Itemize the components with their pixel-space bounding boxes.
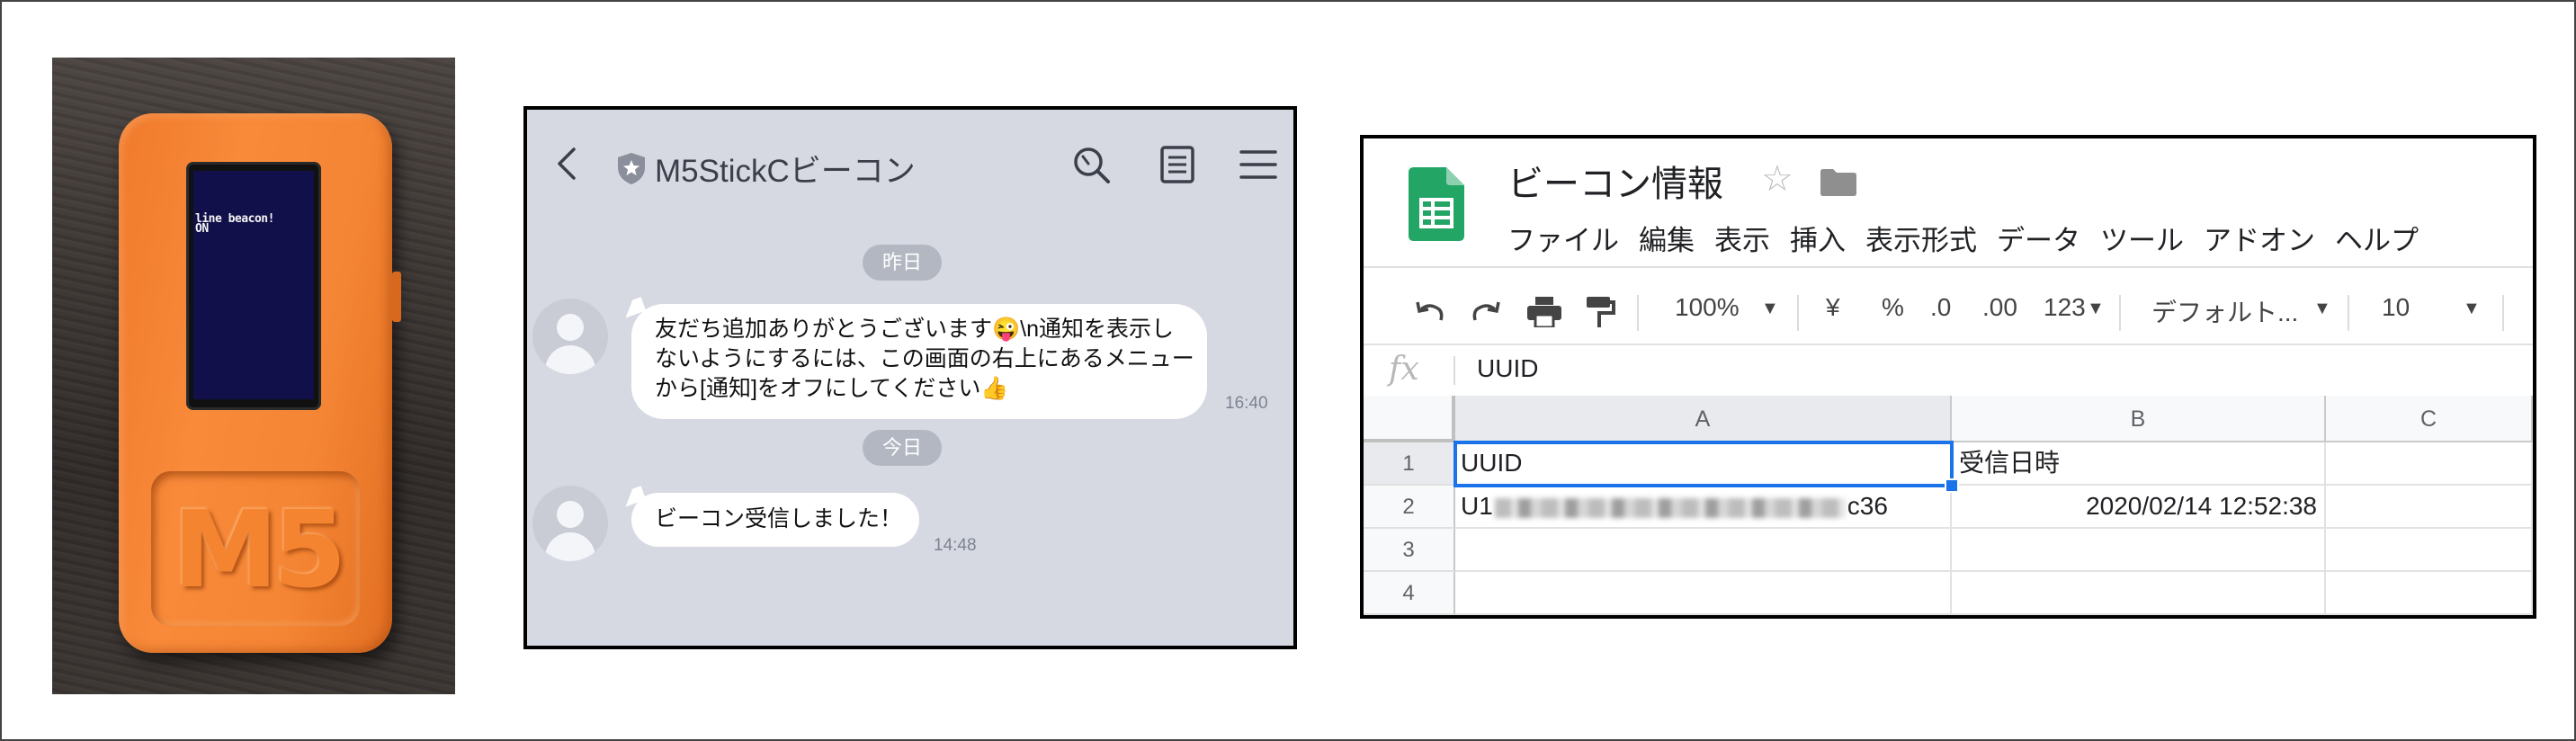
device-photo: line beacon! ON M5 xyxy=(52,58,455,694)
column-header-b[interactable]: B xyxy=(1952,396,2326,442)
notes-icon[interactable] xyxy=(1157,144,1198,185)
menu-bar: ファイル 編集 表示 挿入 表示形式 データ ツール アドオン ヘルプ xyxy=(1507,218,2419,258)
menu-insert[interactable]: 挿入 xyxy=(1790,218,1846,258)
bot-avatar xyxy=(532,299,608,374)
toolbar-divider xyxy=(2119,295,2121,331)
print-icon[interactable] xyxy=(1527,297,1561,327)
cell-b1[interactable]: 受信日時 xyxy=(1952,442,2326,486)
figure-frame: line beacon! ON M5 M5StickCビーコン 昨日 友だち追加… xyxy=(0,0,2576,741)
row-header[interactable]: 3 xyxy=(1364,529,1455,572)
cell-grid: A B C 1 2 3 4 UUID 受信日時 U1 c36 2020/02/14… xyxy=(1364,396,2533,615)
cell-c3[interactable] xyxy=(2326,529,2533,572)
formula-input[interactable]: UUID xyxy=(1477,354,1538,383)
toolbar-divider xyxy=(2502,295,2504,331)
official-shield-icon xyxy=(618,153,645,184)
font-family-select[interactable]: デフォルト... xyxy=(2151,293,2298,329)
chat-title: M5StickCビーコン xyxy=(655,154,916,189)
document-title[interactable]: ビーコン情報 xyxy=(1507,155,1723,207)
row-header[interactable]: 2 xyxy=(1364,486,1455,529)
folder-icon[interactable] xyxy=(1820,169,1856,196)
cell-a4[interactable] xyxy=(1455,572,1952,615)
formula-divider xyxy=(1453,356,1455,385)
message-bubble[interactable]: 友だち追加ありがとうございます😜\n通知を表示し ないようにするには、この画面の… xyxy=(631,304,1207,419)
menu-view[interactable]: 表示 xyxy=(1714,218,1770,258)
menu-edit[interactable]: 編集 xyxy=(1639,218,1695,258)
side-button xyxy=(392,272,401,322)
lcd-text: line beacon! ON xyxy=(195,212,274,236)
toolbar-divider xyxy=(1637,295,1639,331)
zoom-select[interactable]: 100% xyxy=(1675,293,1740,322)
menu-help[interactable]: ヘルプ xyxy=(2335,218,2419,258)
cell-c4[interactable] xyxy=(2326,572,2533,615)
menu-addons[interactable]: アドオン xyxy=(2204,218,2315,258)
search-icon[interactable] xyxy=(1070,144,1112,185)
chevron-down-icon[interactable]: ▼ xyxy=(2463,299,2481,319)
menu-icon[interactable] xyxy=(1238,144,1279,185)
uuid-prefix: U1 xyxy=(1461,492,1493,520)
back-arrow-icon[interactable] xyxy=(550,146,586,182)
line-chat-window: M5StickCビーコン 昨日 友だち追加ありがとうございます😜\n通知を表示し… xyxy=(523,106,1297,649)
spreadsheet-window: ビーコン情報 ☆ ファイル 編集 表示 挿入 表示形式 データ ツール アドオン… xyxy=(1360,135,2536,619)
percent-button[interactable]: % xyxy=(1882,293,1904,322)
fx-icon: fx xyxy=(1389,351,1419,388)
message-time: 16:40 xyxy=(1225,394,1268,413)
row-header[interactable]: 1 xyxy=(1364,442,1455,486)
paint-format-icon[interactable] xyxy=(1585,295,1615,329)
message-line: から[通知]をオフにしてください👍 xyxy=(655,376,1009,401)
redo-icon[interactable] xyxy=(1471,299,1502,326)
message-line: ビーコン受信しました！ xyxy=(655,506,903,531)
decrease-decimal-button[interactable]: .0 xyxy=(1930,293,1951,322)
uuid-suffix: c36 xyxy=(1847,492,1888,520)
fill-handle[interactable] xyxy=(1945,478,1959,493)
more-formats-button[interactable]: 123 xyxy=(2044,293,2086,322)
lcd-screen: line beacon! ON xyxy=(193,171,314,399)
sheets-logo-icon[interactable] xyxy=(1409,167,1464,241)
menu-format[interactable]: 表示形式 xyxy=(1865,218,1977,258)
chat-header: M5StickCビーコン xyxy=(527,110,1293,209)
toolbar-divider xyxy=(1797,295,1799,331)
m5stickc-device: line beacon! ON M5 xyxy=(119,113,401,653)
message-line: ないようにするには、この画面の右上にあるメニュー xyxy=(655,346,1194,371)
message-line: 友だち追加ありがとうございます😜\n通知を表示し xyxy=(655,317,1174,342)
select-all-corner[interactable] xyxy=(1364,396,1455,442)
row-header[interactable]: 4 xyxy=(1364,572,1455,615)
cell-a2[interactable]: U1 c36 xyxy=(1455,486,1952,529)
redacted-blur xyxy=(1494,497,1846,518)
date-separator: 今日 xyxy=(863,430,943,466)
toolbar-divider xyxy=(2348,295,2349,331)
cell-c2[interactable] xyxy=(2326,486,2533,529)
bot-avatar xyxy=(532,486,608,561)
menu-file[interactable]: ファイル xyxy=(1507,218,1619,258)
menu-data[interactable]: データ xyxy=(1997,218,2080,258)
formula-bar: fx UUID xyxy=(1364,344,2533,397)
cell-a3[interactable] xyxy=(1455,529,1952,572)
chevron-down-icon[interactable]: ▼ xyxy=(2313,299,2331,319)
column-header-a[interactable]: A xyxy=(1455,396,1952,442)
cell-b4[interactable] xyxy=(1952,572,2326,615)
font-size-select[interactable]: 10 xyxy=(2382,293,2410,322)
chevron-down-icon[interactable]: ▼ xyxy=(1761,299,1779,319)
increase-decimal-button[interactable]: .00 xyxy=(1982,293,2017,322)
cell-b3[interactable] xyxy=(1952,529,2326,572)
message-bubble[interactable]: ビーコン受信しました！ xyxy=(631,493,919,547)
message-time: 14:48 xyxy=(934,536,977,555)
chevron-down-icon[interactable]: ▼ xyxy=(2087,299,2105,319)
undo-icon[interactable] xyxy=(1414,299,1445,326)
currency-button[interactable]: ¥ xyxy=(1826,293,1840,322)
cell-b2[interactable]: 2020/02/14 12:52:38 xyxy=(1952,486,2326,529)
lcd-bezel: line beacon! ON xyxy=(186,162,321,410)
cell-c1[interactable] xyxy=(2326,442,2533,486)
cell-selection xyxy=(1453,441,1954,487)
m5-logo: M5 xyxy=(173,487,347,612)
column-header-c[interactable]: C xyxy=(2326,396,2533,442)
menu-tools[interactable]: ツール xyxy=(2100,218,2184,258)
star-icon[interactable]: ☆ xyxy=(1761,158,1793,200)
date-separator: 昨日 xyxy=(863,245,943,281)
